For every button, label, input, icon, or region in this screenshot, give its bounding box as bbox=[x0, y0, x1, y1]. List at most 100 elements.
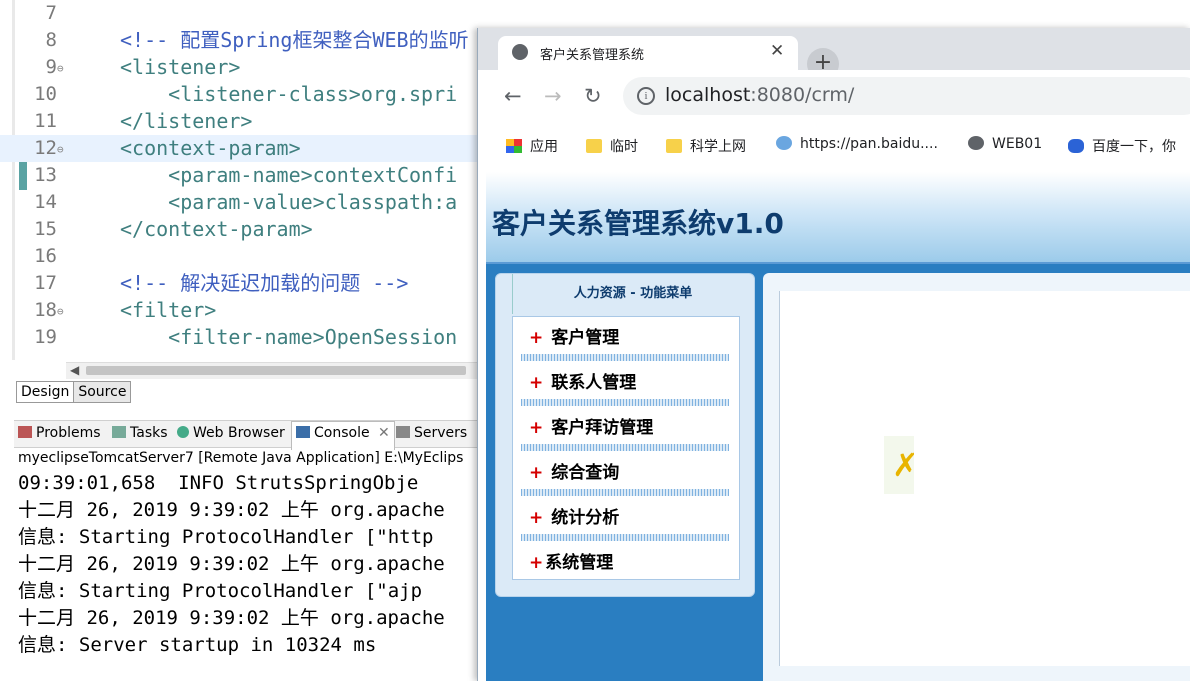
url-text: localhost:8080/crm/ bbox=[665, 84, 854, 106]
menu-separator bbox=[521, 489, 729, 496]
menu-item-stats[interactable]: + 统计分析 bbox=[529, 503, 619, 528]
console-line: 信息: Starting ProtocolHandler ["http bbox=[18, 526, 434, 548]
code-line[interactable]: 19 <filter-name>OpenSession bbox=[0, 324, 478, 351]
page-title: 客户关系管理系统v1.0 bbox=[492, 207, 784, 240]
globe-icon bbox=[512, 44, 528, 60]
problems-icon bbox=[18, 426, 32, 438]
bookmarks-bar: 应用 临时 科学上网 https://pan.baidu.... WEB01 百… bbox=[478, 128, 1190, 162]
line-number: 9 bbox=[45, 56, 57, 78]
tab-source[interactable]: Source bbox=[73, 381, 132, 403]
line-number: 14 bbox=[34, 191, 57, 213]
console-line: 十二月 26, 2019 9:39:02 上午 org.apache bbox=[18, 499, 445, 521]
folder-icon bbox=[666, 139, 682, 153]
code-line[interactable]: 8 <!-- 配置Spring框架整合WEB的监听 bbox=[0, 27, 478, 54]
menu-item-contact[interactable]: + 联系人管理 bbox=[529, 368, 636, 393]
line-number: 11 bbox=[34, 110, 57, 132]
tab-web-browser[interactable]: Web Browser bbox=[177, 425, 285, 441]
reload-icon[interactable]: ↻ bbox=[584, 84, 602, 108]
menu-separator bbox=[521, 444, 729, 451]
console-icon bbox=[296, 426, 310, 438]
bookmark-baidu-pan[interactable]: https://pan.baidu.... bbox=[776, 136, 938, 152]
back-icon[interactable]: ← bbox=[504, 84, 522, 108]
menu-heading: 人力资源 - 功能菜单 bbox=[512, 274, 753, 314]
code-line[interactable]: 11 </listener> bbox=[0, 108, 478, 135]
console-output[interactable]: 09:39:01,658 INFO StrutsSpringObje 十二月 26… bbox=[18, 470, 478, 670]
ide-window: 7 8 <!-- 配置Spring框架整合WEB的监听 9 ⊖ <listener> 10 … bbox=[0, 0, 490, 681]
fold-toggle-icon[interactable]: ⊖ bbox=[57, 298, 64, 325]
menu-item-query[interactable]: + 综合查询 bbox=[529, 458, 619, 483]
globe-icon bbox=[177, 426, 189, 438]
bookmark-folder-science[interactable]: 科学上网 bbox=[666, 136, 746, 156]
code-text: <param-name>contextConfi bbox=[120, 163, 458, 187]
horizontal-scrollbar[interactable]: ◀ bbox=[66, 362, 478, 379]
console-line: 十二月 26, 2019 9:39:02 上午 org.apache bbox=[18, 607, 445, 629]
forward-icon[interactable]: → bbox=[544, 84, 562, 108]
menu-list: + 客户管理 + 联系人管理 + 客户拜访管理 + 综合查询 + 统计分析 + 系统管理 bbox=[512, 316, 740, 580]
code-line[interactable]: 15 </context-param> bbox=[0, 216, 478, 243]
baidu-paw-icon bbox=[1068, 139, 1084, 153]
expand-plus-icon: + bbox=[529, 328, 544, 348]
close-icon[interactable]: ✕ bbox=[378, 425, 390, 441]
line-number: 18 bbox=[34, 299, 57, 321]
code-line[interactable]: 18 ⊖ <filter> bbox=[0, 297, 478, 324]
browser-tab-bar: 客户关系管理系统 ✕ + bbox=[478, 28, 1190, 80]
code-line[interactable]: 14 <param-value>classpath:a bbox=[0, 189, 478, 216]
browser-toolbar: ← → ↻ i localhost:8080/crm/ bbox=[478, 70, 1190, 124]
menu-item-system[interactable]: + 系统管理 bbox=[529, 548, 613, 573]
line-number: 16 bbox=[34, 245, 57, 267]
bookmark-folder-temp[interactable]: 临时 bbox=[586, 136, 638, 156]
close-tab-icon[interactable]: ✕ bbox=[770, 41, 784, 61]
menu-item-customer[interactable]: + 客户管理 bbox=[529, 323, 619, 348]
baidu-pan-icon bbox=[776, 136, 792, 150]
expand-plus-icon: + bbox=[529, 418, 544, 438]
browser-tab[interactable]: 客户关系管理系统 ✕ bbox=[498, 36, 798, 70]
tab-servers[interactable]: Servers bbox=[396, 425, 467, 441]
menu-separator bbox=[521, 399, 729, 406]
bookmark-web01[interactable]: WEB01 bbox=[968, 136, 1042, 152]
code-text: <!-- 解决延迟加载的问题 --> bbox=[120, 271, 409, 295]
line-number: 12 bbox=[34, 137, 57, 159]
console-line: 十二月 26, 2019 9:39:02 上午 org.apache bbox=[18, 553, 445, 575]
scroll-left-icon[interactable]: ◀ bbox=[70, 363, 79, 377]
code-line[interactable]: 9 ⊖ <listener> bbox=[0, 54, 478, 81]
console-line: 信息: Server startup in 10324 ms bbox=[18, 634, 377, 656]
info-icon[interactable]: i bbox=[637, 87, 655, 105]
line-number: 17 bbox=[34, 272, 57, 294]
bookmark-baidu[interactable]: 百度一下，你 bbox=[1068, 136, 1176, 156]
web-page: 客户关系管理系统v1.0 人力资源 - 功能菜单 + 客户管理 + 联系人管理 + 客… bbox=[486, 172, 1190, 681]
browser-window: 客户关系管理系统 ✕ + ← → ↻ i localhost:8080/crm/… bbox=[477, 28, 1190, 681]
line-number: 19 bbox=[34, 326, 57, 348]
code-editor[interactable]: 7 8 <!-- 配置Spring框架整合WEB的监听 9 ⊖ <listener> 10 … bbox=[0, 0, 478, 360]
page-body: 人力资源 - 功能菜单 + 客户管理 + 联系人管理 + 客户拜访管理 + 综合查询 +… bbox=[486, 264, 1190, 681]
console-line: 09:39:01,658 INFO StrutsSpringObje bbox=[18, 472, 419, 494]
code-line[interactable]: 16 bbox=[0, 243, 478, 270]
expand-plus-icon: + bbox=[529, 463, 544, 483]
tab-design[interactable]: Design bbox=[16, 381, 75, 403]
code-line[interactable]: 10 <listener-class>org.spri bbox=[0, 81, 478, 108]
line-number: 13 bbox=[34, 164, 57, 186]
tab-console[interactable]: Console ✕ bbox=[291, 421, 395, 450]
globe-icon bbox=[968, 136, 984, 150]
bookmark-apps[interactable]: 应用 bbox=[506, 136, 558, 156]
code-text: <context-param> bbox=[120, 136, 301, 160]
code-line[interactable]: 13 <param-name>contextConfi bbox=[0, 162, 478, 189]
fold-toggle-icon[interactable]: ⊖ bbox=[57, 136, 64, 163]
fold-toggle-icon[interactable]: ⊖ bbox=[57, 55, 64, 82]
code-text: <param-value>classpath:a bbox=[120, 190, 458, 214]
tab-tasks[interactable]: Tasks bbox=[112, 425, 168, 441]
design-source-tabs: Design Source bbox=[16, 381, 132, 405]
apps-grid-icon bbox=[506, 139, 522, 153]
address-bar[interactable]: i localhost:8080/crm/ bbox=[623, 77, 1190, 115]
menu-separator bbox=[521, 534, 729, 541]
code-line[interactable]: 17 <!-- 解决延迟加载的问题 --> bbox=[0, 270, 478, 297]
content-area bbox=[779, 291, 1190, 666]
tab-problems[interactable]: Problems bbox=[18, 425, 101, 441]
line-number: 10 bbox=[34, 83, 57, 105]
code-line[interactable]: 12 ⊖ <context-param> bbox=[0, 135, 478, 162]
scrollbar-thumb[interactable] bbox=[86, 366, 466, 375]
code-line[interactable]: 7 bbox=[0, 0, 478, 27]
console-line: 信息: Starting ProtocolHandler ["ajp bbox=[18, 580, 423, 602]
expand-plus-icon: + bbox=[529, 553, 544, 573]
code-text: <!-- 配置Spring框架整合WEB的监听 bbox=[120, 28, 469, 52]
menu-item-visit[interactable]: + 客户拜访管理 bbox=[529, 413, 653, 438]
